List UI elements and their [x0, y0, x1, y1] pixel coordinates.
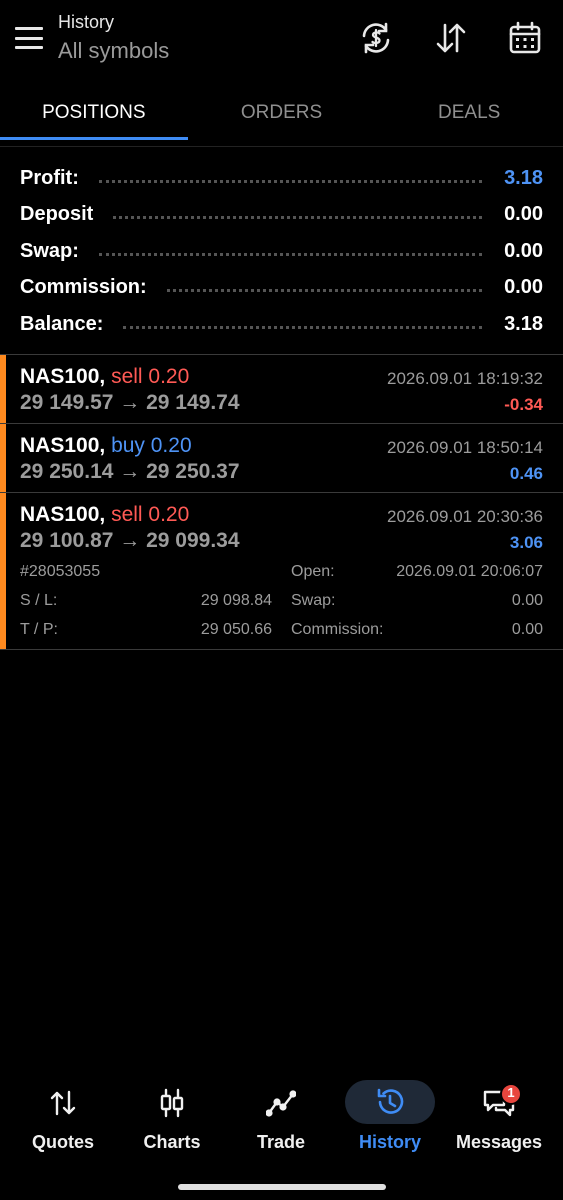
dotted-leader: [166, 289, 483, 293]
summary-label: Profit:: [20, 166, 79, 189]
summary-value: 0.00: [504, 239, 543, 262]
tp-label: T / P:: [20, 621, 58, 638]
history-icon: [377, 1088, 404, 1114]
summary-label: Commission:: [20, 276, 147, 299]
open-value: 2026.09.01 20:06:07: [396, 563, 543, 580]
home-indicator[interactable]: [178, 1184, 386, 1190]
symbol-filter[interactable]: All symbols: [58, 38, 169, 64]
nav-label: Charts: [143, 1132, 201, 1152]
tab-orders[interactable]: ORDERS: [188, 92, 376, 148]
position-symbol: NAS100,: [20, 503, 106, 526]
position-row[interactable]: NAS100, buy 0.20 29 250.14 → 29 250.37 2…: [0, 424, 563, 493]
quotes-icon: [50, 1090, 76, 1116]
dotted-leader: [123, 325, 483, 329]
position-side: buy 0.20: [111, 434, 192, 457]
tp-value: 29 050.66: [200, 621, 272, 638]
commission-label: Commission:: [291, 621, 384, 638]
nav-charts[interactable]: Charts: [117, 1072, 227, 1158]
summary-row-swap: Swap: 0.00: [20, 233, 543, 270]
position-time: 2026.09.01 20:30:36: [387, 507, 543, 526]
bottom-nav: Quotes Charts Trade History 1 Messages: [0, 1072, 563, 1162]
ticket-number: #28053055: [20, 563, 101, 580]
summary-row-deposit: Deposit 0.00: [20, 197, 543, 234]
position-profit: -0.34: [504, 395, 543, 414]
positions-list: NAS100, sell 0.20 29 149.57 → 29 149.74 …: [0, 354, 563, 650]
sort-icon[interactable]: [431, 18, 471, 58]
sl-value: 29 098.84: [200, 592, 272, 609]
position-details: #28053055 Open: 2026.09.01 20:06:07 S / …: [20, 561, 543, 649]
nav-label: Trade: [256, 1132, 306, 1152]
position-row[interactable]: NAS100, sell 0.20 29 149.57 → 29 149.74 …: [0, 355, 563, 424]
candlestick-icon: [160, 1088, 184, 1118]
nav-quotes[interactable]: Quotes: [8, 1072, 118, 1158]
nav-label: History: [358, 1132, 421, 1152]
dotted-leader: [113, 216, 483, 220]
position-prices: 29 100.87 → 29 099.34: [20, 529, 240, 552]
page-title: History: [58, 12, 115, 32]
position-profit: 0.46: [509, 464, 543, 483]
trade-icon: [266, 1090, 296, 1117]
sl-label: S / L:: [20, 592, 58, 609]
summary-row-commission: Commission: 0.00: [20, 270, 543, 307]
position-symbol: NAS100,: [20, 365, 106, 388]
menu-icon[interactable]: [14, 24, 44, 52]
nav-history[interactable]: History: [335, 1072, 445, 1158]
nav-messages[interactable]: 1 Messages: [444, 1072, 554, 1158]
account-summary: Profit: 3.18 Deposit 0.00 Swap: 0.00 Com…: [20, 160, 543, 343]
nav-trade[interactable]: Trade: [226, 1072, 336, 1158]
swap-label: Swap:: [291, 592, 336, 609]
summary-label: Swap:: [20, 239, 79, 262]
summary-label: Balance:: [20, 312, 104, 335]
open-label: Open:: [291, 563, 335, 580]
dotted-leader: [98, 252, 483, 256]
top-bar: History All symbols: [0, 0, 563, 80]
tab-positions[interactable]: POSITIONS: [0, 92, 188, 148]
summary-row-balance: Balance: 3.18: [20, 306, 543, 343]
summary-value: 3.18: [504, 312, 543, 335]
dotted-leader: [98, 179, 483, 183]
swap-value: 0.00: [511, 592, 543, 609]
summary-value: 3.18: [504, 166, 543, 189]
position-side: sell 0.20: [111, 503, 190, 526]
summary-value: 0.00: [504, 276, 543, 299]
position-profit: 3.06: [509, 533, 543, 552]
position-row-expanded[interactable]: NAS100, sell 0.20 29 100.87 → 29 099.34 …: [0, 493, 563, 650]
position-prices: 29 149.57 → 29 149.74: [20, 391, 240, 414]
nav-label: Messages: [455, 1132, 543, 1152]
position-side: sell 0.20: [111, 365, 190, 388]
nav-label: Quotes: [31, 1132, 94, 1152]
summary-row-profit: Profit: 3.18: [20, 160, 543, 197]
position-time: 2026.09.01 18:19:32: [387, 369, 543, 388]
position-time: 2026.09.01 18:50:14: [387, 438, 543, 457]
tab-bar: POSITIONS ORDERS DEALS: [0, 92, 563, 148]
position-symbol: NAS100,: [20, 434, 106, 457]
tab-divider: [0, 146, 563, 147]
commission-value: 0.00: [511, 621, 543, 638]
tab-deals[interactable]: DEALS: [375, 92, 563, 148]
position-prices: 29 250.14 → 29 250.37: [20, 460, 240, 483]
summary-value: 0.00: [504, 203, 543, 226]
calendar-icon[interactable]: [505, 18, 545, 58]
badge-count: 1: [507, 1085, 515, 1100]
summary-label: Deposit: [20, 203, 94, 226]
currency-sync-icon[interactable]: [356, 18, 396, 58]
